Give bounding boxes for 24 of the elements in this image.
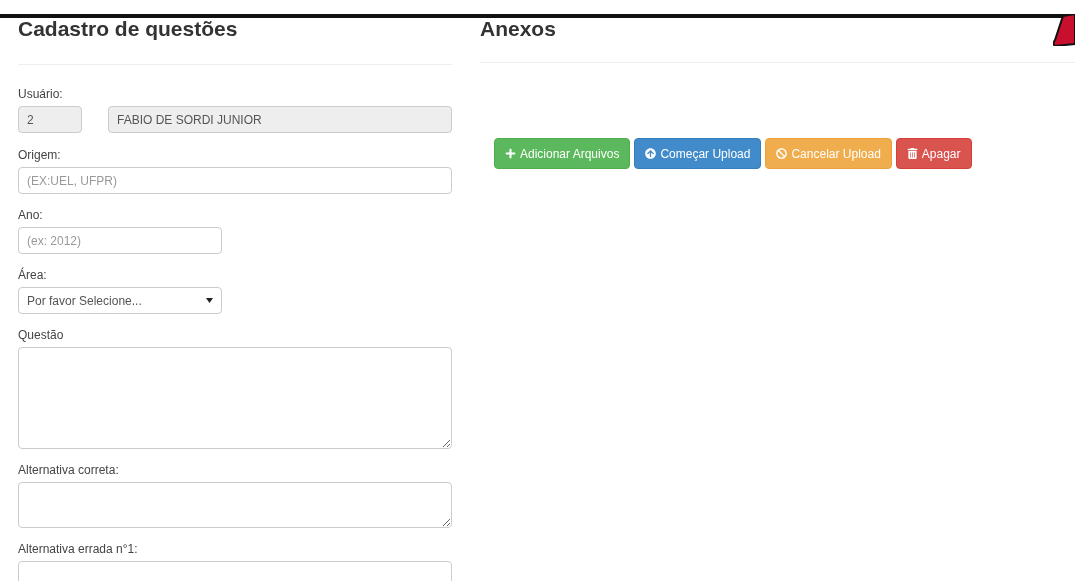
field-label: Origem: bbox=[18, 148, 62, 162]
ban-icon bbox=[776, 148, 788, 159]
field-label: Alternativa correta: bbox=[18, 463, 120, 477]
user-id-field[interactable]: 2 bbox=[18, 106, 82, 133]
dropdown-arrow-icon bbox=[206, 298, 213, 303]
text-field[interactable]: (ex: 2012) bbox=[18, 227, 222, 254]
text-field[interactable]: (EX:UEL, UFPR) bbox=[18, 167, 452, 194]
field-label: Questão bbox=[18, 328, 65, 342]
field-label: Alternativa errada n°1: bbox=[18, 542, 139, 556]
trash-icon bbox=[906, 148, 918, 159]
section-title: Anexos bbox=[480, 16, 556, 42]
text-area[interactable] bbox=[18, 482, 452, 528]
user-name-field[interactable]: FABIO DE SORDI JUNIOR bbox=[108, 106, 452, 133]
field-label: Ano: bbox=[18, 208, 44, 222]
plus-icon bbox=[505, 148, 516, 159]
text-area[interactable] bbox=[18, 347, 452, 449]
page-title: Cadastro de questões bbox=[18, 16, 239, 42]
toolbar-button[interactable]: Começar Upload bbox=[634, 138, 762, 169]
field-label: Usuário: bbox=[18, 87, 64, 101]
select-field[interactable]: Por favor Selecione... bbox=[18, 287, 222, 314]
toolbar-button[interactable]: Apagar bbox=[895, 138, 972, 169]
field-label: Área: bbox=[18, 268, 48, 282]
upload-icon bbox=[645, 148, 657, 159]
toolbar-button[interactable]: Adicionar Arquivos bbox=[494, 138, 631, 169]
